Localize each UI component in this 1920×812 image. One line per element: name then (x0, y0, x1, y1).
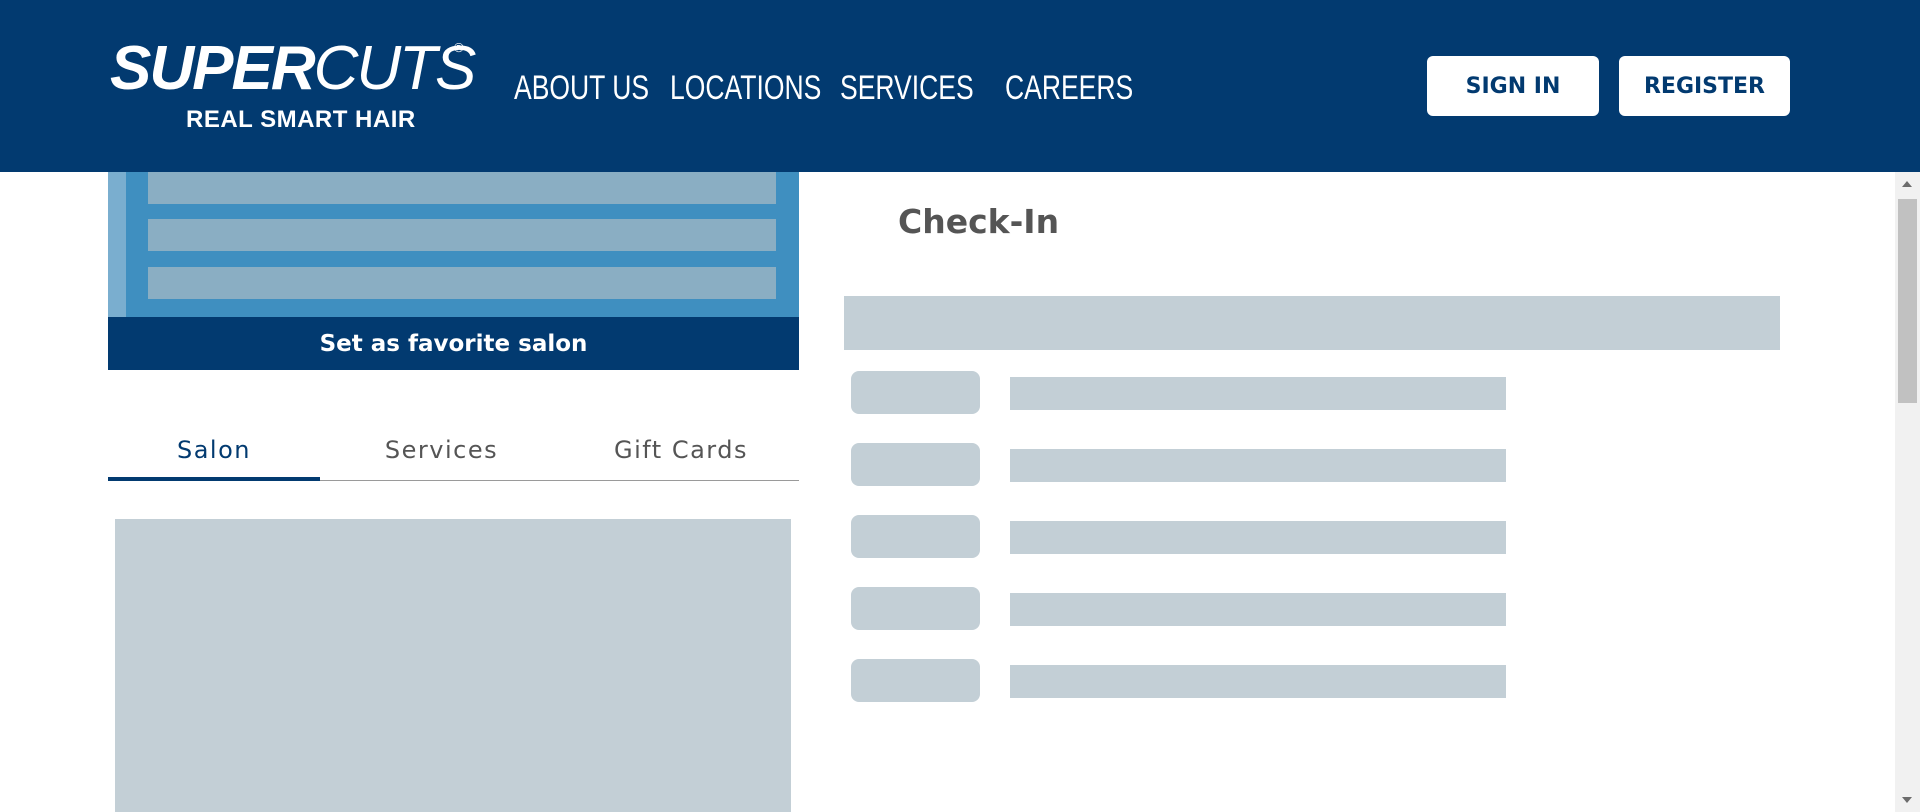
logo-super-text: SUPER (110, 34, 316, 103)
nav-about-us[interactable]: ABOUT US (514, 66, 649, 110)
skeleton-line (148, 219, 776, 251)
nav-locations[interactable]: LOCATIONS (670, 66, 821, 110)
sign-in-button[interactable]: SIGN IN (1427, 56, 1599, 116)
active-tab-indicator (108, 477, 320, 481)
set-favorite-salon-button[interactable]: Set as favorite salon (108, 317, 799, 370)
check-in-header-skeleton (844, 296, 1780, 350)
tab-gift-cards[interactable]: Gift Cards (563, 418, 799, 481)
skeleton-line (148, 267, 776, 299)
salon-tabs: Salon Services Gift Cards (108, 418, 799, 481)
nav-services[interactable]: SERVICES (840, 66, 974, 110)
tab-services[interactable]: Services (320, 418, 563, 481)
skeleton-line (148, 172, 776, 204)
registered-mark: ® (454, 40, 464, 55)
salon-card-skeleton (108, 172, 799, 317)
skeleton-pill (851, 443, 980, 486)
salon-card-edge (108, 172, 126, 317)
site-header: SUPER CUTS ® REAL SMART HAIR ABOUT US LOC… (0, 0, 1920, 172)
skeleton-line (1010, 521, 1506, 554)
page-scrollbar[interactable] (1895, 172, 1920, 812)
skeleton-pill (851, 659, 980, 702)
scroll-down-arrow-icon[interactable] (1902, 797, 1912, 803)
salon-content-skeleton (115, 519, 791, 812)
skeleton-pill (851, 371, 980, 414)
register-button[interactable]: REGISTER (1619, 56, 1790, 116)
skeleton-line (1010, 377, 1506, 410)
logo-wordmark: SUPER CUTS (110, 34, 477, 103)
skeleton-pill (851, 587, 980, 630)
skeleton-line (1010, 593, 1506, 626)
supercuts-logo[interactable]: SUPER CUTS ® REAL SMART HAIR (110, 38, 476, 134)
skeleton-line (1010, 449, 1506, 482)
tab-salon[interactable]: Salon (108, 418, 320, 481)
logo-tagline: REAL SMART HAIR (186, 106, 416, 133)
logo-cuts-text: CUTS (313, 34, 477, 103)
check-in-title: Check-In (898, 202, 1060, 241)
scrollbar-thumb[interactable] (1898, 199, 1917, 403)
skeleton-line (1010, 665, 1506, 698)
nav-careers[interactable]: CAREERS (1005, 66, 1133, 110)
skeleton-pill (851, 515, 980, 558)
scroll-up-arrow-icon[interactable] (1902, 181, 1912, 187)
